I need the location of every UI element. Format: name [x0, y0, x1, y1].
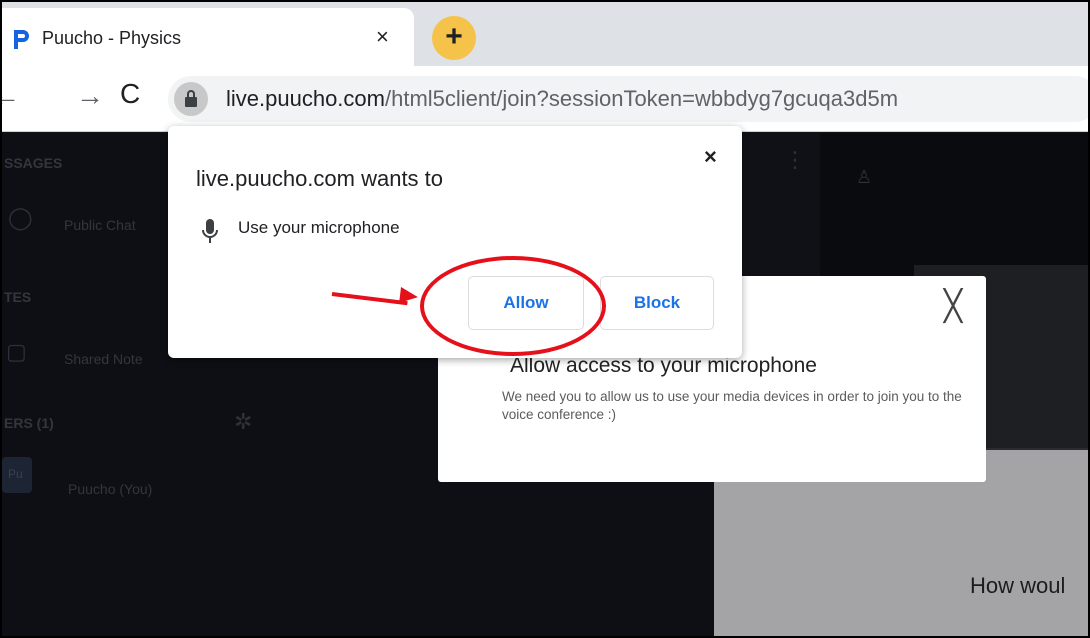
highlight-circle	[420, 256, 606, 356]
public-chat-item[interactable]: Public Chat	[64, 217, 136, 233]
popup-close-icon[interactable]: ×	[704, 144, 717, 170]
address-bar[interactable]: live.puucho.com/html5client/join?session…	[168, 76, 1088, 122]
chat-icon: ◯	[8, 205, 33, 230]
lock-icon[interactable]	[174, 82, 208, 116]
reload-icon[interactable]: C	[120, 78, 140, 110]
screenshot-frame: Puucho - Physics × + ← → C live.puucho.c…	[0, 0, 1090, 638]
settings-gear-icon: ✲	[234, 409, 253, 434]
more-icon: ⋮	[784, 147, 806, 172]
messages-header: SSAGES	[4, 155, 63, 171]
url-text[interactable]: live.puucho.com/html5client/join?session…	[226, 86, 898, 112]
notes-header: TES	[4, 289, 32, 305]
block-button[interactable]: Block	[600, 276, 714, 330]
tab-close-icon[interactable]: ×	[376, 24, 389, 50]
puucho-logo-icon	[14, 30, 29, 49]
browser-toolbar: ← → C live.puucho.com/html5client/join?s…	[2, 66, 1088, 132]
modal-close-icon[interactable]: ╳	[944, 292, 962, 322]
url-path: /html5client/join?sessionToken=wbbdyg7gc…	[384, 86, 899, 111]
users-header: ERS (1)	[4, 415, 54, 431]
microphone-icon	[202, 219, 218, 243]
new-tab-button[interactable]: +	[432, 16, 476, 60]
avatar: Pu	[2, 457, 32, 493]
browser-tab[interactable]: Puucho - Physics ×	[2, 8, 414, 66]
forward-arrow-icon[interactable]: →	[76, 80, 104, 112]
shared-notes-item[interactable]: Shared Note	[64, 351, 143, 367]
modal-description: We need you to allow us to use your medi…	[502, 389, 962, 422]
url-host: live.puucho.com	[226, 86, 385, 111]
popup-title: live.puucho.com wants to	[196, 166, 444, 191]
permission-item: Use your microphone	[238, 218, 400, 237]
notes-icon: ▢	[6, 339, 27, 364]
user-icon: ♙	[856, 167, 873, 187]
user-list-item[interactable]: Puucho (You)	[68, 481, 152, 497]
annotation-arrow-head	[399, 286, 419, 306]
tab-strip: Puucho - Physics × +	[2, 2, 1088, 66]
audio-question-text: How woul	[970, 573, 1066, 598]
back-arrow-icon[interactable]: ←	[2, 80, 20, 112]
tab-title: Puucho - Physics	[42, 28, 182, 48]
